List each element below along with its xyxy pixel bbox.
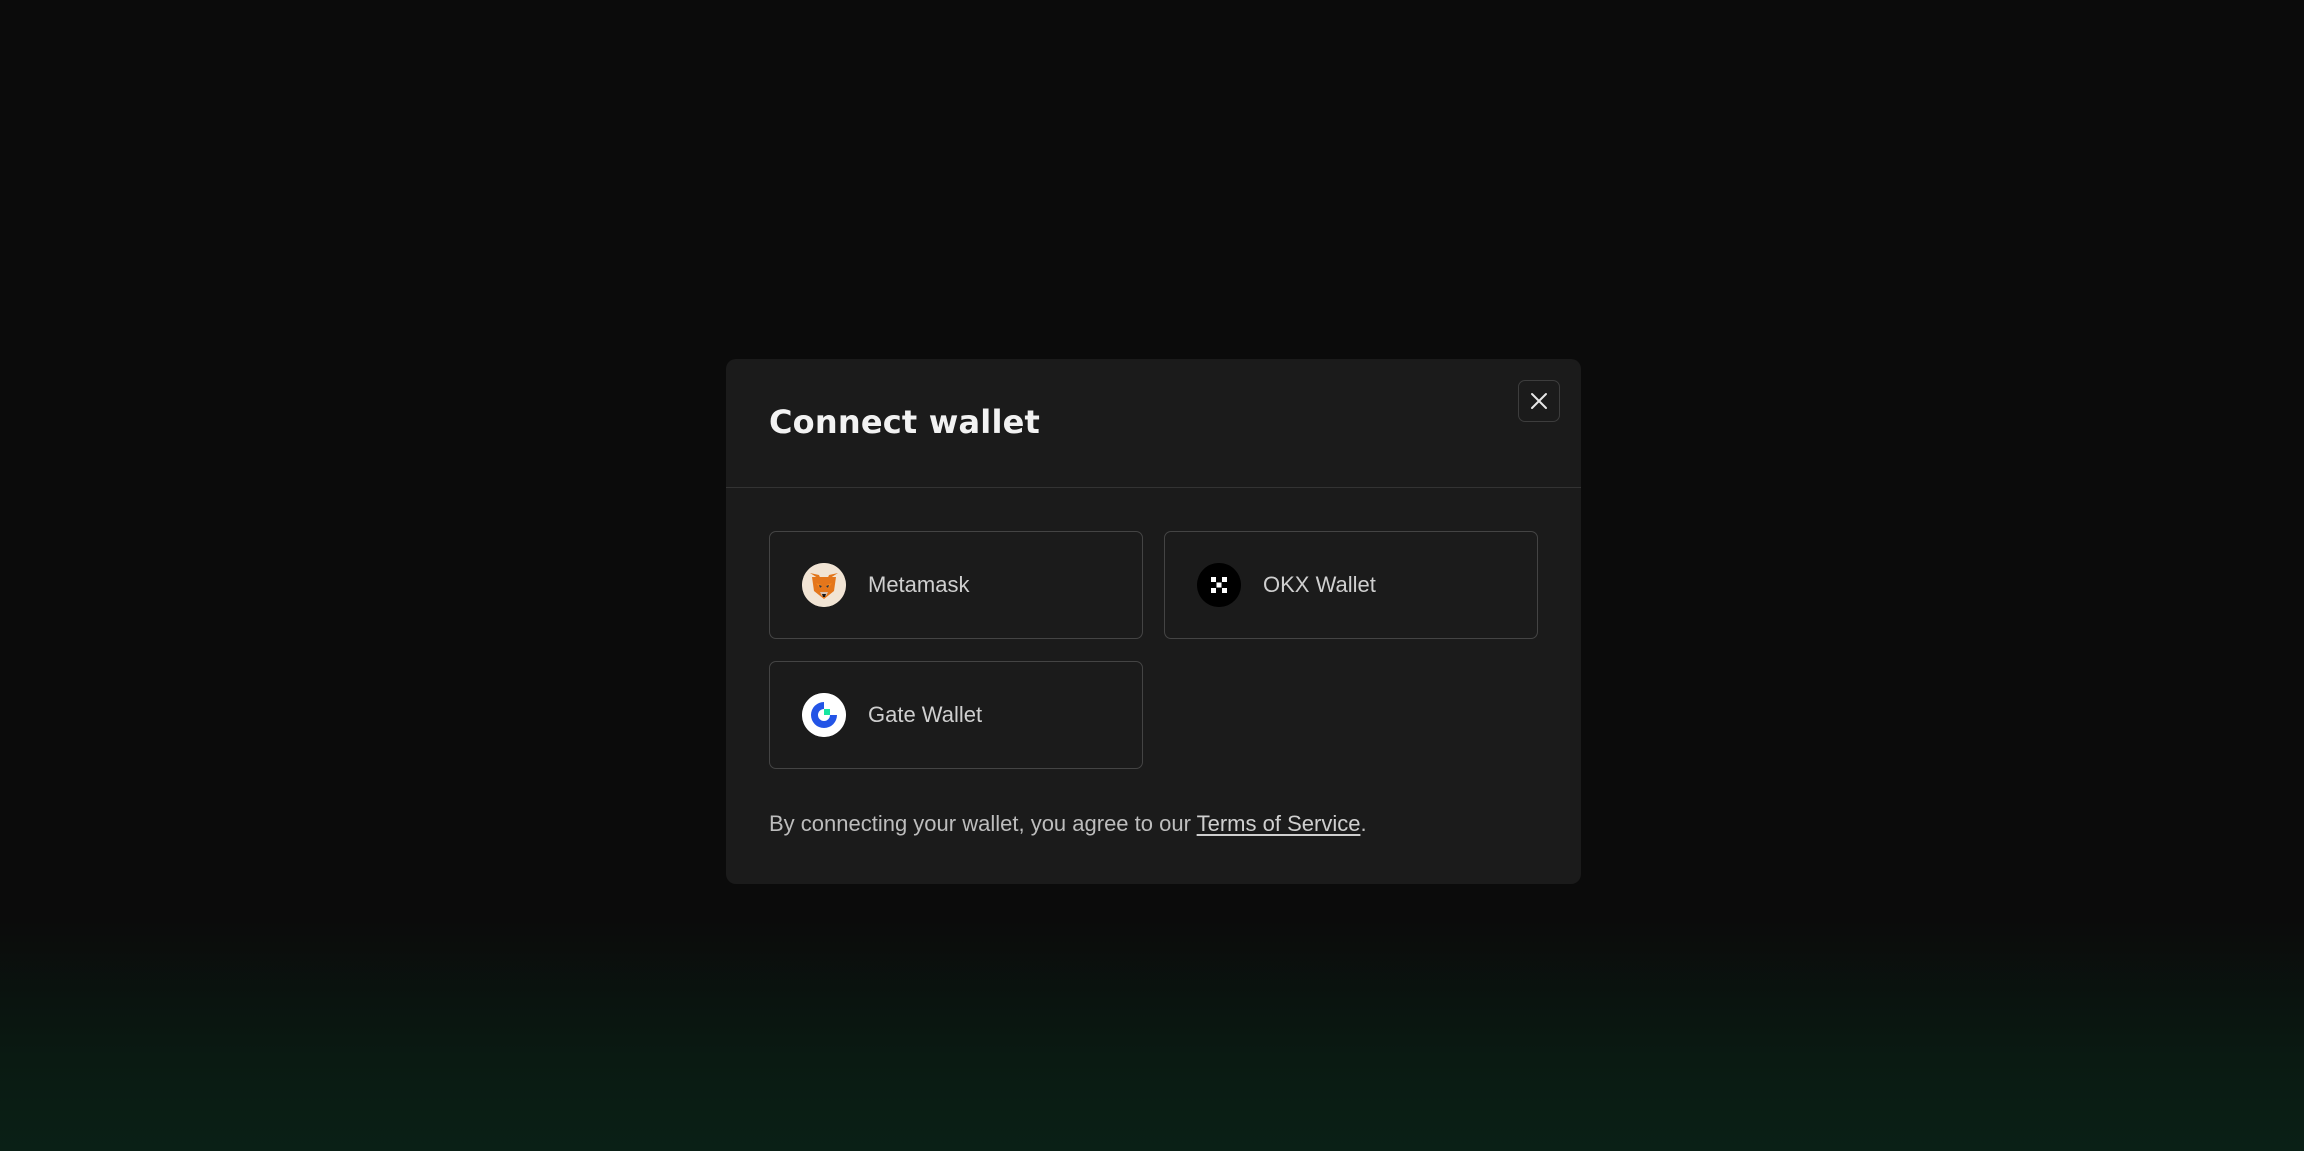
wallet-option-gate[interactable]: Gate Wallet bbox=[769, 661, 1143, 769]
terms-suffix: . bbox=[1360, 811, 1367, 836]
modal-header: Connect wallet bbox=[726, 359, 1581, 488]
wallet-name: Metamask bbox=[868, 572, 970, 597]
gate-logo-icon bbox=[802, 693, 846, 737]
terms-prefix: By connecting your wallet, you agree to … bbox=[769, 811, 1197, 836]
metamask-fox-icon bbox=[802, 563, 846, 607]
terms-of-service-link[interactable]: Terms of Service bbox=[1197, 811, 1361, 836]
close-button[interactable] bbox=[1518, 380, 1560, 422]
wallet-options: Metamask OKX Wallet Gate Wallet bbox=[769, 531, 1538, 769]
modal-title: Connect wallet bbox=[769, 403, 1041, 441]
connect-wallet-modal: Connect wallet Metamask OKX Wallet Gate … bbox=[726, 359, 1581, 884]
wallet-option-metamask[interactable]: Metamask bbox=[769, 531, 1143, 639]
terms-notice: By connecting your wallet, you agree to … bbox=[769, 811, 1367, 837]
close-icon bbox=[1531, 393, 1547, 409]
wallet-option-okx[interactable]: OKX Wallet bbox=[1164, 531, 1538, 639]
wallet-name: Gate Wallet bbox=[868, 702, 983, 727]
okx-logo-icon bbox=[1197, 563, 1241, 607]
wallet-name: OKX Wallet bbox=[1263, 572, 1376, 597]
